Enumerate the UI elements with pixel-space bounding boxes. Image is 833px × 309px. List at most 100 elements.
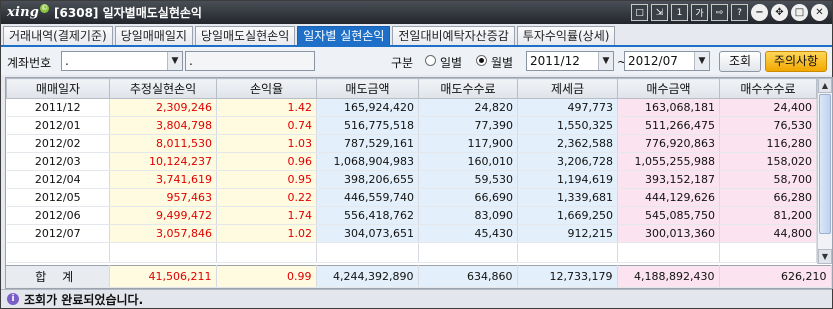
app-logo: xing (7, 5, 40, 20)
table-row[interactable]: 2011/12 2,309,246 1.42 165,924,420 24,820 497… (6, 98, 817, 117)
from-date-select[interactable]: 2011/12 ▼ (526, 51, 614, 71)
account-select[interactable]: . ▼ (61, 51, 183, 71)
scroll-up-icon[interactable]: ▲ (818, 78, 832, 93)
chevron-down-icon[interactable]: ▼ (167, 52, 182, 70)
info-icon: i (7, 293, 19, 305)
cell-buy-amount: 163,068,181 (617, 98, 720, 117)
tab-daily-realized[interactable]: 일자별 실현손익 (297, 26, 391, 45)
cell-est-pnl: 9,499,472 (109, 206, 217, 225)
col-header-pnl-rate[interactable]: 손익율 (216, 78, 317, 99)
account-label: 계좌번호 (7, 56, 52, 70)
cell-sell-fee: 66,690 (418, 188, 518, 207)
cell-est-pnl: 10,124,237 (109, 152, 217, 171)
cell-tax: 1,669,250 (517, 206, 618, 225)
cell-date: 2012/07 (6, 224, 110, 243)
col-header-sell-fee[interactable]: 매도수수료 (418, 78, 518, 99)
scroll-down-icon[interactable]: ▼ (818, 249, 832, 264)
table-row[interactable]: 2012/04 3,741,619 0.95 398,206,655 59,530 1,1… (6, 170, 817, 189)
period-label: 구분 (391, 56, 414, 70)
cell-est-pnl: 8,011,530 (109, 134, 217, 153)
cell-date: 2012/04 (6, 170, 110, 189)
cell-sell-fee: 160,010 (418, 152, 518, 171)
cell-sell-fee: 83,090 (418, 206, 518, 225)
header-row: 매매일자 추정실현손익 손익율 매도금액 매도수수료 제세금 매수금액 매수수수… (6, 78, 817, 99)
data-table: 매매일자 추정실현손익 손익율 매도금액 매도수수료 제세금 매수금액 매수수수… (6, 78, 817, 263)
empty-cell (109, 242, 217, 263)
cell-buy-fee: 76,530 (719, 116, 817, 135)
cell-buy-amount: 300,013,360 (617, 224, 720, 243)
cell-est-pnl: 2,309,246 (109, 98, 217, 117)
vertical-scrollbar[interactable]: ▲ ▼ (817, 78, 832, 264)
close-icon[interactable]: ✕ (811, 4, 828, 21)
window-mode-icon[interactable]: □ (631, 4, 648, 21)
cell-sell-fee: 117,900 (418, 134, 518, 153)
cell-est-pnl: 3,741,619 (109, 170, 217, 189)
cell-buy-fee: 66,280 (719, 188, 817, 207)
radio-monthly[interactable] (476, 55, 487, 66)
col-header-buy-amount[interactable]: 매수금액 (617, 78, 720, 99)
empty-row (6, 242, 817, 263)
to-date-value: 2012/07 (628, 54, 678, 68)
radio-daily[interactable] (425, 55, 436, 66)
cell-sell-fee: 24,820 (418, 98, 518, 117)
chevron-down-icon[interactable]: ▼ (598, 52, 613, 70)
cell-tax: 2,362,588 (517, 134, 618, 153)
total-buy-amount: 4,188,892,430 (617, 265, 720, 288)
font-size-icon[interactable]: 가 (691, 4, 708, 21)
screen-number-icon[interactable]: 1 (671, 4, 688, 21)
move-icon[interactable]: ✥ (771, 4, 788, 21)
col-header-buy-fee[interactable]: 매수수수료 (719, 78, 817, 99)
table-row[interactable]: 2012/06 9,499,472 1.74 556,418,762 83,090 1,6… (6, 206, 817, 225)
query-button[interactable]: 조회 (719, 51, 761, 72)
empty-cell (316, 242, 419, 263)
scroll-thumb[interactable] (819, 94, 831, 234)
pin-icon[interactable]: ⇲ (651, 4, 668, 21)
tab-today-realized[interactable]: 당일매도실현손익 (194, 26, 296, 45)
total-label: 합 계 (6, 265, 110, 288)
chevron-down-icon[interactable]: ▼ (694, 52, 709, 70)
link-icon[interactable]: ⇨ (711, 4, 728, 21)
col-header-sell-amount[interactable]: 매도금액 (316, 78, 419, 99)
maximize-icon[interactable]: □ (791, 4, 808, 21)
notice-button[interactable]: 주의사항 (765, 51, 827, 72)
account-name-field[interactable]: . (185, 51, 315, 71)
help-icon[interactable]: ? (731, 4, 748, 21)
table-row[interactable]: 2012/07 3,057,846 1.02 304,073,651 45,430 912… (6, 224, 817, 243)
cell-est-pnl: 957,463 (109, 188, 217, 207)
radio-monthly-label[interactable]: 월별 (491, 54, 513, 71)
cell-sell-fee: 45,430 (418, 224, 518, 243)
minimize-icon[interactable]: − (751, 4, 768, 21)
table-row[interactable]: 2012/01 3,804,798 0.74 516,775,518 77,390 1,5… (6, 116, 817, 135)
total-buy-fee: 626,210 (719, 265, 832, 288)
cell-pnl-rate: 0.95 (216, 170, 317, 189)
tab-asset-change[interactable]: 전일대비예탁자산증감 (392, 26, 515, 45)
tab-return-rate[interactable]: 투자수익률(상세) (516, 26, 616, 45)
col-header-est-pnl[interactable]: 추정실현손익 (109, 78, 217, 99)
table-row[interactable]: 2012/02 8,011,530 1.03 787,529,161 117,900 2,… (6, 134, 817, 153)
cell-date: 2011/12 (6, 98, 110, 117)
cell-date: 2012/06 (6, 206, 110, 225)
total-row: 합 계 41,506,211 0.99 4,244,392,890 634,86… (6, 265, 832, 288)
cell-tax: 497,773 (517, 98, 618, 117)
cell-pnl-rate: 0.96 (216, 152, 317, 171)
radio-daily-label[interactable]: 일별 (440, 54, 462, 71)
account-name-value: . (189, 54, 193, 68)
cell-buy-amount: 511,266,475 (617, 116, 720, 135)
cell-buy-fee: 24,400 (719, 98, 817, 117)
cell-est-pnl: 3,804,798 (109, 116, 217, 135)
cell-sell-amount: 304,073,651 (316, 224, 419, 243)
tab-daily-journal[interactable]: 당일매매일지 (114, 26, 193, 45)
title-bar[interactable]: xing © [6308] 일자별매도실현손익 □ ⇲ 1 가 ⇨ ? − ✥ … (1, 1, 832, 24)
empty-cell (418, 242, 518, 263)
to-date-select[interactable]: 2012/07 ▼ (624, 51, 710, 71)
table-row[interactable]: 2012/05 957,463 0.22 446,559,740 66,690 1,339… (6, 188, 817, 207)
cell-sell-amount: 446,559,740 (316, 188, 419, 207)
cell-pnl-rate: 1.03 (216, 134, 317, 153)
cell-tax: 1,550,325 (517, 116, 618, 135)
empty-cell (517, 242, 618, 263)
table-row[interactable]: 2012/03 10,124,237 0.96 1,068,904,983 160,01… (6, 152, 817, 171)
empty-cell (617, 242, 720, 263)
col-header-date[interactable]: 매매일자 (6, 78, 110, 99)
tab-trade-history[interactable]: 거래내역(결제기준) (3, 26, 113, 45)
col-header-tax[interactable]: 제세금 (517, 78, 618, 99)
